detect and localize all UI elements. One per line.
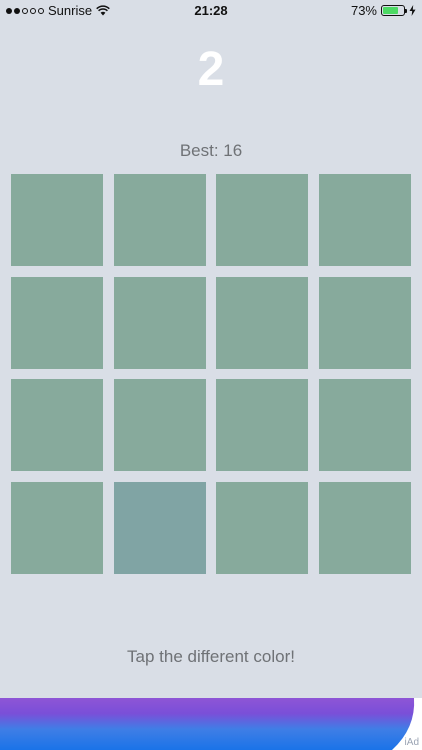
color-tile[interactable] xyxy=(11,379,103,472)
color-tile[interactable] xyxy=(113,276,206,369)
battery-level xyxy=(383,7,398,14)
battery-nub xyxy=(405,9,407,13)
color-tile[interactable] xyxy=(11,481,103,574)
ad-banner[interactable]: iAd xyxy=(0,698,422,750)
color-tile[interactable] xyxy=(216,379,309,472)
color-tile[interactable] xyxy=(318,481,411,574)
score: 2 xyxy=(197,43,225,96)
color-tile[interactable] xyxy=(216,481,309,574)
color-tile[interactable] xyxy=(318,174,411,266)
color-tile[interactable] xyxy=(318,379,411,472)
ad-label: iAd xyxy=(404,737,419,748)
color-tile[interactable] xyxy=(113,379,206,472)
charging-bolt-icon xyxy=(409,5,416,16)
best-score: Best: 16 xyxy=(179,141,243,160)
battery-percentage: 73% xyxy=(350,3,377,18)
color-tile[interactable] xyxy=(318,276,411,369)
battery-icon xyxy=(381,5,407,16)
color-tile[interactable] xyxy=(11,174,103,266)
color-tile[interactable] xyxy=(216,174,309,266)
color-tile-odd[interactable] xyxy=(113,481,206,574)
color-tile[interactable] xyxy=(216,276,309,369)
color-tile[interactable] xyxy=(11,276,103,369)
instruction-text: Tap the different color! xyxy=(127,647,295,666)
color-grid xyxy=(11,174,411,574)
color-tile[interactable] xyxy=(113,174,206,266)
status-bar: Sunrise 21:28 73% xyxy=(0,0,422,22)
status-right: 73% xyxy=(351,3,416,18)
